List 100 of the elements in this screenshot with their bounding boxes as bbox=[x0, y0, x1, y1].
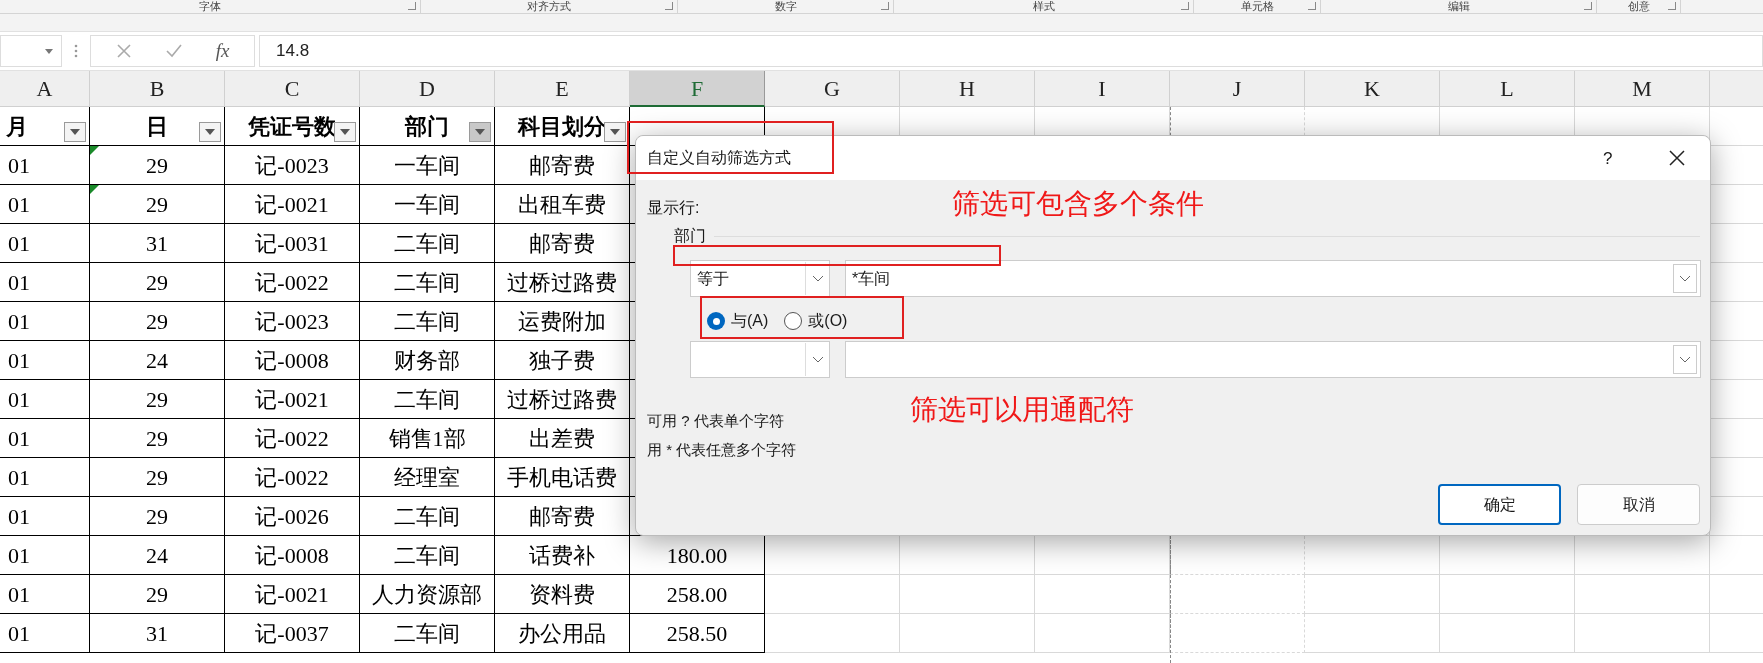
filter-button[interactable] bbox=[64, 122, 86, 142]
table-cell: 邮寄费 bbox=[495, 497, 630, 536]
check-icon[interactable] bbox=[164, 43, 183, 59]
column-header bbox=[1710, 71, 1763, 107]
caret-icon bbox=[205, 129, 215, 135]
dialog-launcher-icon[interactable] bbox=[408, 2, 416, 10]
more-icon bbox=[74, 44, 78, 58]
table-cell: 人力资源部 bbox=[360, 575, 495, 614]
column-header[interactable]: C bbox=[225, 71, 360, 107]
column-header[interactable]: H bbox=[900, 71, 1035, 107]
table-cell: 销售1部 bbox=[360, 419, 495, 458]
ribbon-group-label: 字体 bbox=[199, 0, 221, 13]
value-field[interactable] bbox=[845, 341, 1701, 378]
table-cell: 29 bbox=[90, 185, 225, 224]
table-cell: 记-0008 bbox=[225, 536, 360, 575]
column-header[interactable]: G bbox=[765, 71, 900, 107]
table-cell: 一车间 bbox=[360, 146, 495, 185]
dialog-launcher-icon[interactable] bbox=[1181, 2, 1189, 10]
table-cell: 记-0021 bbox=[225, 185, 360, 224]
help-button[interactable]: ? bbox=[1599, 146, 1617, 172]
column-header[interactable]: A bbox=[0, 71, 90, 107]
column-title: 部门 bbox=[405, 112, 449, 141]
caret-icon bbox=[475, 129, 485, 135]
table-cell: 二车间 bbox=[360, 263, 495, 302]
dialog-launcher-icon[interactable] bbox=[1668, 2, 1676, 10]
operator-dropdown[interactable]: 等于 bbox=[690, 260, 830, 297]
close-icon[interactable] bbox=[1669, 150, 1685, 166]
operator-dropdown[interactable] bbox=[690, 341, 830, 378]
value-field[interactable]: *车间 bbox=[845, 260, 1701, 297]
table-cell: 记-0022 bbox=[225, 263, 360, 302]
cancel-icon[interactable] bbox=[115, 43, 132, 59]
dialog-launcher-icon[interactable] bbox=[881, 2, 889, 10]
column-header[interactable]: K bbox=[1305, 71, 1440, 107]
radio-option[interactable]: 或(O) bbox=[784, 309, 848, 333]
error-indicator-icon bbox=[90, 146, 99, 155]
filter-button[interactable] bbox=[334, 122, 356, 142]
table-cell: 记-0022 bbox=[225, 458, 360, 497]
table-cell: 29 bbox=[90, 497, 225, 536]
table-cell: 01 bbox=[0, 380, 90, 419]
annotation-text: 筛选可以用通配符 bbox=[910, 393, 1134, 427]
chevron-down-icon bbox=[1679, 356, 1691, 363]
column-header[interactable]: E bbox=[495, 71, 630, 107]
table-cell: 24 bbox=[90, 536, 225, 575]
field-label: 部门 bbox=[674, 226, 706, 246]
table-cell: 资料费 bbox=[495, 575, 630, 614]
column-header[interactable]: J bbox=[1170, 71, 1305, 107]
filter-button[interactable] bbox=[604, 122, 626, 142]
table-cell: 01 bbox=[0, 302, 90, 341]
dialog-launcher-icon[interactable] bbox=[1308, 2, 1316, 10]
radio-option[interactable]: 与(A) bbox=[707, 309, 769, 333]
table-cell: 01 bbox=[0, 458, 90, 497]
column-title: 凭证号数 bbox=[248, 112, 336, 141]
table-cell: 258.50 bbox=[630, 614, 765, 653]
column-header[interactable]: D bbox=[360, 71, 495, 107]
table-cell: 记-0021 bbox=[225, 575, 360, 614]
table-cell: 29 bbox=[90, 380, 225, 419]
caret-icon bbox=[340, 129, 350, 135]
table-cell: 记-0023 bbox=[225, 146, 360, 185]
table-cell: 邮寄费 bbox=[495, 146, 630, 185]
column-header[interactable]: M bbox=[1575, 71, 1710, 107]
table-cell: 01 bbox=[0, 146, 90, 185]
table-cell: 二车间 bbox=[360, 536, 495, 575]
table-cell: 记-0023 bbox=[225, 302, 360, 341]
formula-field[interactable]: 14.8 bbox=[259, 35, 1763, 67]
table-cell: 经理室 bbox=[360, 458, 495, 497]
insert-function-button[interactable]: fx bbox=[215, 36, 230, 66]
dialog-launcher-icon[interactable] bbox=[665, 2, 673, 10]
table-cell: 01 bbox=[0, 224, 90, 263]
column-header[interactable]: I bbox=[1035, 71, 1170, 107]
dialog-launcher-icon[interactable] bbox=[1584, 2, 1592, 10]
caret-icon bbox=[70, 129, 80, 135]
column-header[interactable]: L bbox=[1440, 71, 1575, 107]
table-cell: 01 bbox=[0, 536, 90, 575]
table-cell: 01 bbox=[0, 419, 90, 458]
table-cell: 29 bbox=[90, 263, 225, 302]
ribbon-group-label: 对齐方式 bbox=[527, 0, 571, 13]
table-cell: 二车间 bbox=[360, 497, 495, 536]
table-cell: 二车间 bbox=[360, 224, 495, 263]
caret-icon bbox=[610, 129, 620, 135]
table-cell: 二车间 bbox=[360, 302, 495, 341]
column-title: 日 bbox=[146, 112, 168, 141]
table-cell: 29 bbox=[90, 575, 225, 614]
dialog-button[interactable]: 取消 bbox=[1577, 484, 1700, 525]
column-header[interactable]: B bbox=[90, 71, 225, 107]
table-cell: 二车间 bbox=[360, 380, 495, 419]
table-cell: 话费补 bbox=[495, 536, 630, 575]
ribbon-group-label: 数字 bbox=[774, 0, 797, 13]
table-cell: 记-0021 bbox=[225, 380, 360, 419]
filter-button[interactable] bbox=[199, 122, 221, 142]
column-header[interactable]: F bbox=[630, 71, 765, 107]
table-cell: 记-0031 bbox=[225, 224, 360, 263]
hint-text: 可用 ? 代表单个字符 bbox=[647, 411, 785, 431]
chevron-down-icon bbox=[811, 356, 824, 363]
ribbon-group-label: 样式 bbox=[1032, 0, 1055, 13]
table-cell: 出差费 bbox=[495, 419, 630, 458]
annotation-text: 筛选可包含多个条件 bbox=[952, 187, 1204, 221]
table-cell: 29 bbox=[90, 419, 225, 458]
filter-button[interactable] bbox=[469, 122, 491, 142]
table-cell: 31 bbox=[90, 614, 225, 653]
dialog-button[interactable]: 确定 bbox=[1438, 484, 1561, 525]
